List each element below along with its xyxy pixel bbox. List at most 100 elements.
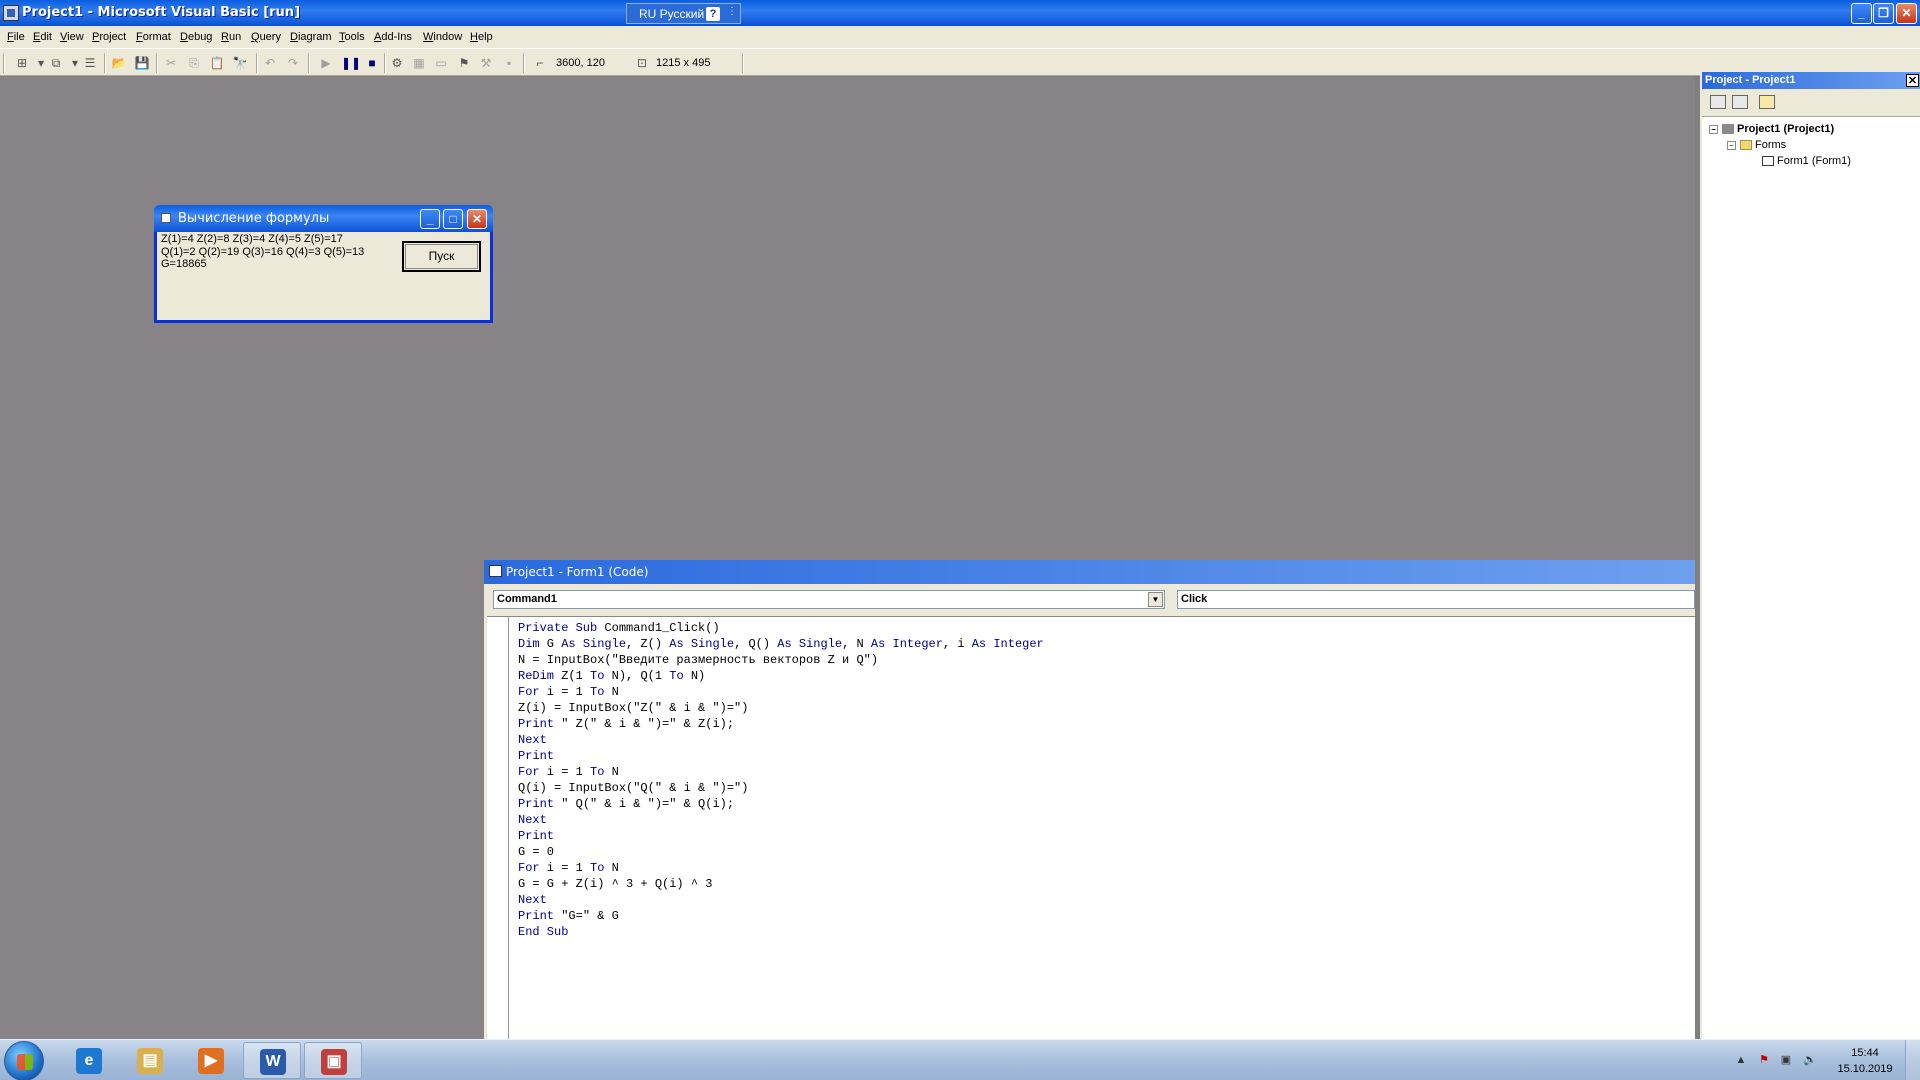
break-icon[interactable]: ❚❚ (341, 55, 361, 71)
code-line[interactable]: Print (518, 748, 1044, 764)
code-line[interactable]: Q(i) = InputBox("Q(" & i & ")=") (518, 780, 1044, 796)
pusk-button[interactable]: Пуск (402, 241, 481, 272)
chevron-down-icon[interactable]: ▼ (1148, 592, 1163, 607)
tree-item-form1[interactable]: Form1 (Form1) (1762, 155, 1851, 167)
code-window-title-bar[interactable]: Project1 - Form1 (Code) (484, 560, 1695, 584)
taskbar-app-media-player[interactable]: ▶ (182, 1042, 240, 1079)
collapse-icon[interactable]: − (1727, 140, 1736, 150)
language-bar[interactable]: RU Русский ? ⋮ (626, 3, 741, 24)
menu-item-query[interactable]: Query (251, 31, 281, 43)
data-view-icon[interactable]: ▪ (501, 55, 517, 71)
cut-icon[interactable]: ✂ (163, 55, 179, 71)
clock[interactable]: 15:44 15.10.2019 (1830, 1045, 1900, 1077)
code-line[interactable]: For i = 1 To N (518, 764, 1044, 780)
taskbar-app-vb[interactable]: ▣ (304, 1042, 362, 1079)
menu-item-project[interactable]: Project (92, 31, 126, 43)
taskbar-app-word[interactable]: W (243, 1042, 301, 1079)
start-icon[interactable]: ▶ (318, 55, 334, 71)
menu-item-run[interactable]: Run (221, 31, 241, 43)
close-button[interactable]: ✕ (1896, 3, 1917, 24)
tree-item-forms[interactable]: − Forms (1727, 139, 1786, 151)
menu-item-edit[interactable]: Edit (33, 31, 52, 43)
menu-item-debug[interactable]: Debug (180, 31, 212, 43)
properties-window-icon[interactable]: ▦ (411, 55, 427, 71)
language-indicator[interactable]: RU Русский (639, 7, 704, 21)
menu-item-help[interactable]: Help (470, 31, 493, 43)
view-object-icon[interactable] (1732, 95, 1748, 109)
code-line[interactable]: ReDim Z(1 To N), Q(1 To N) (518, 668, 1044, 684)
menu-editor-icon[interactable]: ☰ (82, 55, 98, 71)
form-minimize-button[interactable]: _ (420, 209, 440, 229)
project-explorer-icon[interactable]: ⚙ (389, 55, 405, 71)
form-close-button[interactable]: ✕ (467, 209, 487, 229)
restore-button[interactable]: ❐ (1873, 3, 1894, 24)
menu-item-file[interactable]: File (7, 31, 25, 43)
code-line[interactable]: N = InputBox("Введите размерность вектор… (518, 652, 1044, 668)
help-icon[interactable]: ? (706, 7, 720, 21)
object-combo[interactable]: Command1 ▼ (493, 590, 1165, 609)
code-line[interactable]: Dim G As Single, Z() As Single, Q() As S… (518, 636, 1044, 652)
add-form-icon[interactable]: ⧉ (48, 55, 64, 71)
code-line[interactable]: End Sub (518, 924, 1044, 940)
form-title-bar[interactable]: Вычисление формулы _ □ ✕ (154, 205, 493, 232)
menu-item-format[interactable]: Format (136, 31, 171, 43)
code-lines[interactable]: Private Sub Command1_Click() Dim G As Sin… (518, 620, 1044, 940)
toolbox-icon[interactable]: ⚒ (478, 55, 494, 71)
project-explorer[interactable]: Project - Project1 ✕ − Project1 (Project1… (1700, 72, 1920, 1039)
code-line[interactable]: G = 0 (518, 844, 1044, 860)
code-line[interactable]: Next (518, 732, 1044, 748)
view-code-icon[interactable] (1710, 95, 1726, 109)
undo-icon[interactable]: ↶ (262, 55, 278, 71)
procedure-combo[interactable]: Click (1177, 590, 1695, 609)
language-options-icon[interactable]: ⋮ (727, 6, 737, 17)
show-hidden-icons-icon[interactable]: ▲ (1734, 1054, 1748, 1066)
form-window[interactable]: Вычисление формулы _ □ ✕ Z(1)=4 Z(2)=8 Z… (154, 205, 493, 323)
code-editor[interactable]: Private Sub Command1_Click() Dim G As Sin… (487, 616, 1695, 1040)
code-line[interactable]: For i = 1 To N (518, 860, 1044, 876)
menu-item-tools[interactable]: Tools (339, 31, 365, 43)
end-icon[interactable]: ■ (364, 55, 380, 71)
form-maximize-button[interactable]: □ (443, 209, 463, 229)
code-line[interactable]: Print "G=" & G (518, 908, 1044, 924)
menu-item-window[interactable]: Window (423, 31, 462, 43)
object-browser-icon[interactable]: ⚑ (456, 55, 472, 71)
form-icon[interactable] (161, 213, 171, 223)
paste-icon[interactable]: 📋 (209, 55, 225, 71)
menu-item-view[interactable]: View (60, 31, 84, 43)
menu-item-add-ins[interactable]: Add-Ins (374, 31, 412, 43)
taskbar-app-ie[interactable]: e (60, 1042, 118, 1079)
code-line[interactable]: Private Sub Command1_Click() (518, 620, 1044, 636)
project-explorer-close-button[interactable]: ✕ (1906, 74, 1919, 87)
action-center-icon[interactable]: ⚑ (1757, 1054, 1771, 1066)
code-line[interactable]: Next (518, 892, 1044, 908)
menu-item-diagram[interactable]: Diagram (290, 31, 332, 43)
dropdown-arrow-icon[interactable]: ▾ (33, 55, 49, 71)
show-desktop-button[interactable] (1905, 1040, 1920, 1080)
tree-item-project[interactable]: − Project1 (Project1) (1709, 123, 1834, 135)
form-layout-icon[interactable]: ▭ (433, 55, 449, 71)
code-line[interactable]: Print " Z(" & i & ")=" & Z(i); (518, 716, 1044, 732)
code-line[interactable]: Print " Q(" & i & ")=" & Q(i); (518, 796, 1044, 812)
collapse-icon[interactable]: − (1709, 124, 1718, 134)
code-window[interactable]: Project1 - Form1 (Code) Command1 ▼ Click… (484, 560, 1695, 1040)
minimize-button[interactable]: _ (1851, 3, 1872, 24)
network-icon[interactable]: ▣ (1779, 1054, 1793, 1066)
save-project-icon[interactable]: 💾 (134, 55, 150, 71)
dropdown-arrow-icon[interactable]: ▾ (67, 55, 83, 71)
toggle-folders-icon[interactable] (1759, 95, 1775, 109)
code-line[interactable]: For i = 1 To N (518, 684, 1044, 700)
vb-app-icon[interactable] (3, 5, 19, 21)
taskbar-app-explorer[interactable]: ▤ (121, 1042, 179, 1079)
code-line[interactable]: G = G + Z(i) ^ 3 + Q(i) ^ 3 (518, 876, 1044, 892)
volume-icon[interactable]: 🔊 (1803, 1054, 1817, 1066)
code-line[interactable]: Next (518, 812, 1044, 828)
code-margin[interactable] (487, 617, 509, 1040)
redo-icon[interactable]: ↷ (285, 55, 301, 71)
start-button[interactable] (4, 1041, 44, 1080)
code-line[interactable]: Z(i) = InputBox("Z(" & i & ")=") (518, 700, 1044, 716)
copy-icon[interactable]: ⎘ (186, 55, 202, 71)
open-project-icon[interactable]: 📂 (111, 55, 127, 71)
find-icon[interactable]: 🔭 (232, 55, 248, 71)
add-project-icon[interactable]: ⊞ (14, 55, 30, 71)
code-line[interactable]: Print (518, 828, 1044, 844)
